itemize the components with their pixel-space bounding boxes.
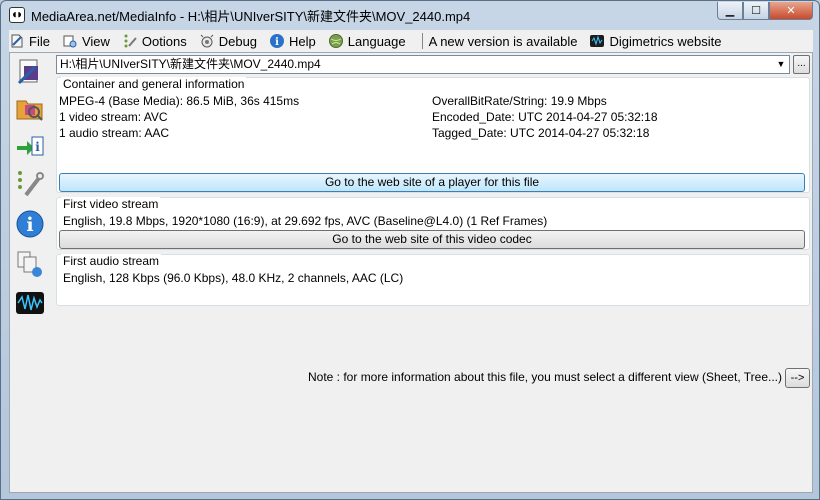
sidebar-open-folder[interactable] — [13, 91, 47, 125]
general-video-count: 1 video stream: AVC — [59, 110, 168, 124]
open-file-icon — [17, 59, 38, 85]
sidebar: i i — [10, 53, 52, 492]
svg-text:i: i — [35, 140, 40, 154]
menu-debug[interactable]: Debug — [199, 33, 257, 49]
general-format: MPEG-4 (Base Media): 86.5 MiB, 36s 415ms — [59, 94, 300, 108]
sidebar-open-file[interactable] — [13, 55, 47, 89]
menu-view[interactable]: View — [62, 33, 110, 49]
menu-new-version-label: A new version is available — [428, 33, 578, 49]
minimize-button[interactable]: ▁ — [717, 2, 743, 20]
about-info-icon: i — [16, 210, 44, 238]
debug-icon — [199, 33, 215, 49]
general-audio-count: 1 audio stream: AAC — [59, 126, 170, 140]
video-stream-info: English, 19.8 Mbps, 1920*1080 (16:9), at… — [63, 214, 548, 228]
player-website-button[interactable]: Go to the web site of a player for this … — [59, 173, 805, 192]
digimetrics-icon — [589, 33, 605, 49]
menu-bar: File View Ootions Debug i Help Language … — [9, 30, 813, 52]
options-tools-icon — [18, 171, 44, 197]
sidebar-about[interactable]: i — [13, 207, 47, 241]
menu-help[interactable]: i Help — [269, 33, 316, 49]
view-icon — [62, 33, 78, 49]
general-encoded-date: Encoded_Date: UTC 2014-04-27 05:32:18 — [432, 110, 658, 124]
client-area: i i H:\相片\UNIverSITY\新建文件夹\MOV_2440.mp4 … — [9, 52, 813, 493]
menu-debug-label: Debug — [218, 33, 258, 49]
general-bitrate: OverallBitRate/String: 19.9 Mbps — [432, 94, 607, 108]
audio-stream-group: First audio stream English, 128 Kbps (96… — [56, 254, 810, 306]
video-stream-group: First video stream English, 19.8 Mbps, 1… — [56, 197, 810, 250]
sidebar-export[interactable]: i — [13, 129, 47, 163]
export-info-icon: i — [17, 136, 44, 156]
open-folder-icon — [16, 100, 43, 121]
menu-options[interactable]: Ootions — [122, 33, 187, 49]
file-icon — [9, 33, 25, 49]
mediainfo-app-icon: ◖◗ — [9, 7, 25, 23]
sidebar-copy[interactable] — [13, 247, 47, 281]
menu-new-version[interactable]: A new version is available — [429, 34, 578, 49]
video-stream-title: First video stream — [61, 197, 161, 211]
globe-icon — [328, 33, 344, 49]
general-tagged-date: Tagged_Date: UTC 2014-04-27 05:32:18 — [432, 126, 650, 140]
title-bar[interactable]: ◖◗ MediaArea.net/MediaInfo - H:\相片\UNIve… — [1, 1, 819, 29]
maximize-button[interactable]: ☐ — [743, 2, 769, 20]
menu-digimetrics-label: Digimetrics website — [609, 33, 722, 49]
view-note-text: Note : for more information about this f… — [308, 370, 782, 384]
next-view-button[interactable]: --> — [785, 368, 810, 388]
menu-digimetrics[interactable]: Digimetrics website — [589, 33, 721, 49]
svg-text:i: i — [26, 214, 33, 236]
menu-separator — [421, 33, 423, 49]
mediainfo-window: ◖◗ MediaArea.net/MediaInfo - H:\相片\UNIve… — [0, 0, 820, 500]
general-info-title: Container and general information — [61, 77, 247, 91]
menu-file[interactable]: File — [9, 33, 50, 49]
close-button[interactable]: ✕ — [769, 2, 813, 20]
dropdown-arrow-icon[interactable]: ▼ — [775, 56, 787, 73]
sidebar-options[interactable] — [13, 167, 47, 201]
audio-stream-info: English, 128 Kbps (96.0 Kbps), 48.0 KHz,… — [63, 271, 404, 285]
menu-file-label: File — [29, 33, 50, 49]
video-codec-website-button[interactable]: Go to the web site of this video codec — [59, 230, 805, 249]
svg-text:i: i — [275, 37, 279, 48]
waveform-icon — [16, 292, 44, 314]
browse-button[interactable]: ... — [793, 55, 810, 74]
audio-stream-title: First audio stream — [61, 254, 162, 268]
menu-language[interactable]: Language — [328, 33, 406, 49]
sidebar-digimetrics[interactable] — [13, 286, 47, 320]
copy-settings-icon — [17, 251, 42, 277]
main-panel: H:\相片\UNIverSITY\新建文件夹\MOV_2440.mp4 ▼ ..… — [52, 53, 812, 492]
general-info-group: Container and general information MPEG-4… — [56, 77, 810, 193]
file-selector-value: H:\相片\UNIverSITY\新建文件夹\MOV_2440.mp4 — [60, 57, 321, 71]
window-title: MediaArea.net/MediaInfo - H:\相片\UNIverSI… — [31, 8, 471, 24]
menu-language-label: Language — [347, 33, 406, 49]
menu-help-label: Help — [289, 33, 316, 49]
help-icon: i — [269, 33, 285, 49]
menu-view-label: View — [81, 33, 110, 49]
file-selector-dropdown[interactable]: H:\相片\UNIverSITY\新建文件夹\MOV_2440.mp4 ▼ — [56, 55, 790, 74]
menu-options-label: Ootions — [141, 33, 187, 49]
window-controls: ▁ ☐ ✕ — [717, 2, 813, 20]
options-icon — [122, 33, 138, 49]
